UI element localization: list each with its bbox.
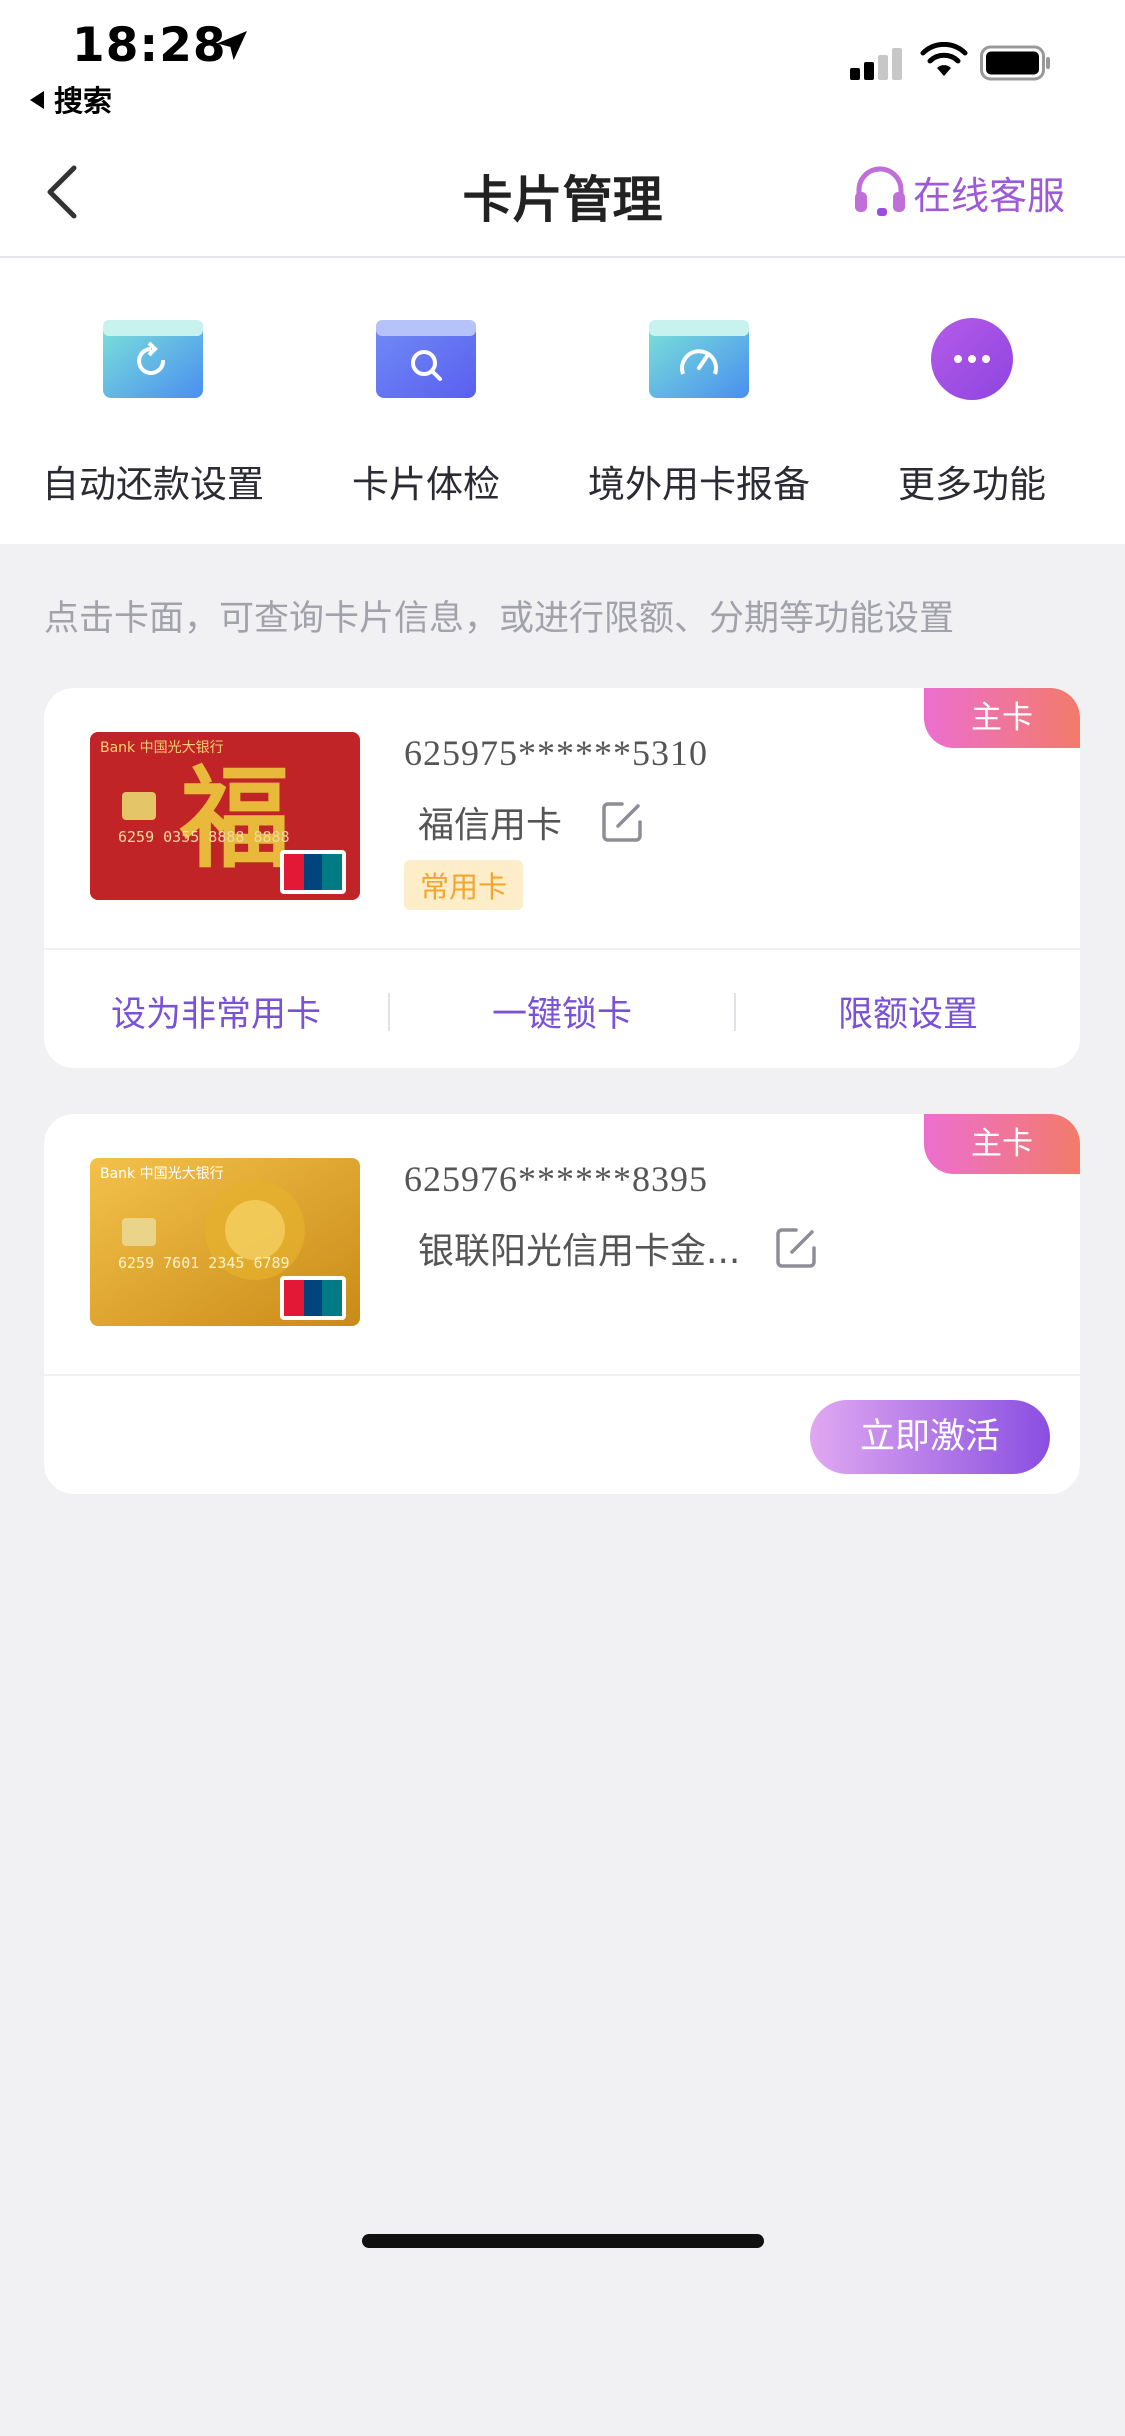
- overseas-report-icon: [649, 320, 749, 398]
- back-to-search-link[interactable]: 搜索: [30, 78, 112, 120]
- quick-action-label: 境外用卡报备: [588, 463, 810, 506]
- quick-action-label: 自动还款设置: [42, 463, 264, 506]
- svg-text:6259 7601 2345 6789: 6259 7601 2345 6789: [118, 1254, 290, 1272]
- divider: [44, 948, 1080, 950]
- card-number: 625975******5310: [404, 733, 708, 773]
- edit-icon[interactable]: [774, 1226, 818, 1270]
- divider: [44, 1374, 1080, 1376]
- quick-actions-bar: 自动还款设置 卡片体检 境外用卡报备 更多功能: [0, 258, 1125, 544]
- online-service-button[interactable]: 在线客服: [851, 164, 1065, 220]
- quick-action-label: 卡片体检: [352, 463, 500, 506]
- headset-icon: [854, 166, 905, 216]
- navigation-bar: 卡片管理 在线客服: [0, 132, 1125, 258]
- card-face-image[interactable]: Bank 中国光大银行 福 6259 0355 8888 8888: [90, 732, 360, 900]
- sunshine-card-artwork: Bank 中国光大银行 6259 7601 2345 6789: [90, 1158, 360, 1326]
- card-name: 福信用卡: [418, 805, 563, 846]
- quick-action-label: 更多功能: [898, 463, 1046, 506]
- battery-icon: [980, 45, 1050, 81]
- primary-card-badge: 主卡: [924, 1114, 1080, 1174]
- fu-card-artwork: Bank 中国光大银行 福 6259 0355 8888 8888: [90, 732, 360, 900]
- wifi-icon: [920, 42, 968, 76]
- lock-card-button[interactable]: 一键锁卡: [390, 986, 734, 1037]
- status-time: 18:28: [72, 18, 227, 73]
- card-name: 银联阳光信用卡金...: [418, 1231, 741, 1272]
- online-service-label: 在线客服: [912, 173, 1065, 218]
- back-triangle-icon: [30, 91, 44, 109]
- quick-action-overseas-report[interactable]: 境外用卡报备: [559, 258, 839, 544]
- credit-card-item: 主卡 Bank 中国光大银行 6259 7601 2345 6789 62597…: [44, 1114, 1080, 1494]
- svg-text:Bank 中国光大银行: Bank 中国光大银行: [100, 1166, 224, 1182]
- activate-now-button[interactable]: 立即激活: [810, 1400, 1050, 1474]
- frequent-card-tag: 常用卡: [404, 860, 524, 910]
- auto-repay-icon: [103, 320, 203, 398]
- status-bar: 18:28 搜索: [0, 0, 1125, 132]
- quick-action-card-check[interactable]: 卡片体检: [286, 258, 566, 544]
- edit-icon[interactable]: [600, 800, 644, 844]
- svg-text:福: 福: [179, 754, 290, 883]
- svg-text:6259 0355 8888 8888: 6259 0355 8888 8888: [118, 828, 290, 846]
- primary-card-badge: 主卡: [924, 688, 1080, 748]
- limit-settings-button[interactable]: 限额设置: [736, 986, 1080, 1037]
- back-to-search-label: 搜索: [54, 84, 113, 118]
- card-check-icon: [376, 320, 476, 398]
- card-face-image[interactable]: Bank 中国光大银行 6259 7601 2345 6789: [90, 1158, 360, 1326]
- card-actions: 设为非常用卡 一键锁卡 限额设置: [44, 986, 1080, 1037]
- location-arrow-icon: [217, 31, 247, 61]
- quick-action-auto-repay[interactable]: 自动还款设置: [13, 258, 293, 544]
- quick-action-more[interactable]: 更多功能: [832, 258, 1112, 544]
- set-non-frequent-button[interactable]: 设为非常用卡: [44, 986, 388, 1037]
- card-number: 625976******8395: [404, 1159, 708, 1199]
- more-icon: [931, 318, 1013, 400]
- cellular-signal-icon: [850, 48, 902, 80]
- hint-text: 点击卡面，可查询卡片信息，或进行限额、分期等功能设置: [44, 599, 955, 639]
- credit-card-item: 主卡 Bank 中国光大银行 福 6259 0355 8888 8888 625…: [44, 688, 1080, 1068]
- home-indicator: [362, 2234, 764, 2248]
